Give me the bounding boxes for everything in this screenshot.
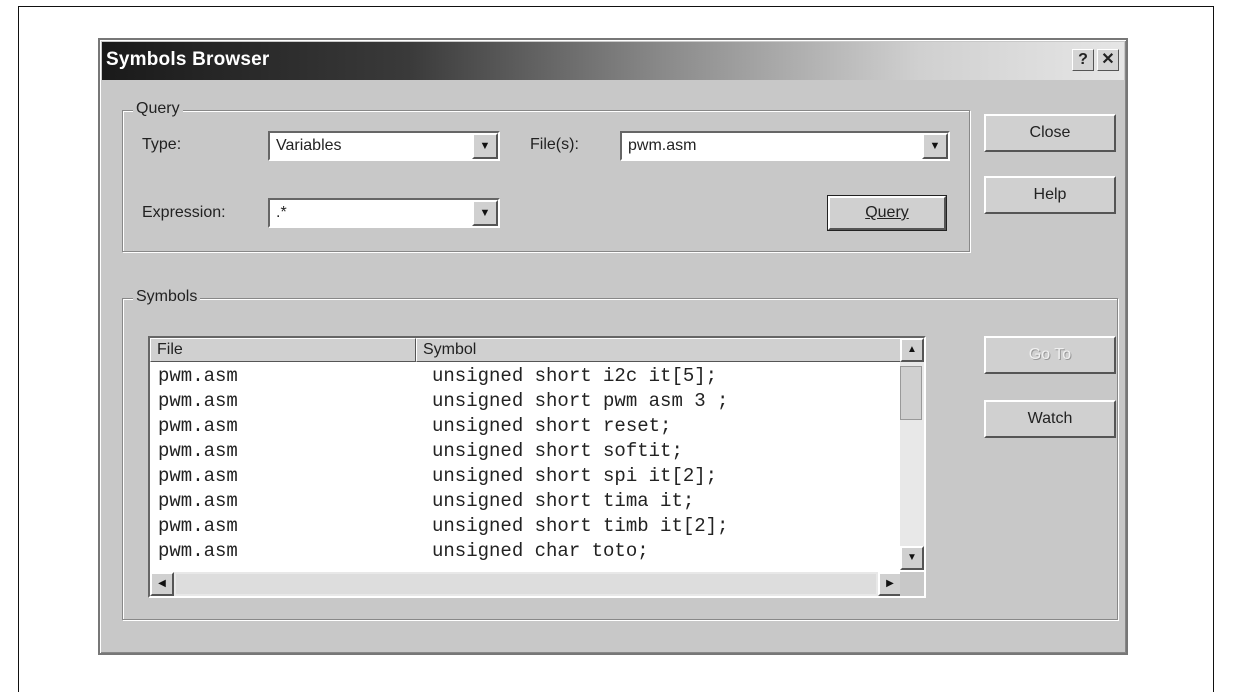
chevron-down-icon[interactable]: ▼ [472, 133, 498, 159]
row-file: pwm.asm [158, 465, 238, 487]
expression-value: .* [276, 204, 287, 221]
horizontal-scrollbar[interactable]: ◀ ▶ [150, 572, 902, 596]
scroll-left-icon[interactable]: ◀ [150, 572, 174, 596]
row-file: pwm.asm [158, 490, 238, 512]
table-row[interactable]: pwm.asm unsigned short softit; [150, 439, 920, 463]
table-row[interactable]: pwm.asm unsigned short tima it; [150, 489, 920, 513]
table-row[interactable]: pwm.asm unsigned char toto; [150, 539, 920, 563]
table-row[interactable]: pwm.asm unsigned short timb it[2]; [150, 514, 920, 538]
column-header-symbol[interactable]: Symbol [416, 338, 902, 362]
table-row[interactable]: pwm.asm unsigned short i2c it[5]; [150, 364, 920, 388]
close-button-label: Close [1029, 124, 1071, 141]
help-button[interactable]: Help [984, 176, 1116, 214]
vertical-scrollbar[interactable]: ▲ ▼ [900, 338, 924, 570]
help-button-label: Help [1033, 186, 1067, 203]
table-row[interactable]: pwm.asm unsigned short pwm asm 3 ; [150, 389, 920, 413]
row-symbol: unsigned short timb it[2]; [432, 515, 729, 537]
column-header-file[interactable]: File [150, 338, 416, 362]
row-symbol: unsigned short pwm asm 3 ; [432, 390, 729, 412]
type-label: Type: [142, 136, 182, 153]
scroll-corner [900, 572, 924, 596]
scroll-down-icon[interactable]: ▼ [900, 546, 924, 570]
symbols-group-label: Symbols [133, 288, 201, 306]
column-header-file-label: File [157, 341, 183, 358]
scroll-up-icon[interactable]: ▲ [900, 338, 924, 362]
row-file: pwm.asm [158, 540, 238, 562]
row-file: pwm.asm [158, 415, 238, 437]
table-row[interactable]: pwm.asm unsigned short reset; [150, 414, 920, 438]
row-symbol: unsigned short reset; [432, 415, 672, 437]
query-button[interactable]: Query [827, 195, 947, 231]
column-header-symbol-label: Symbol [423, 341, 477, 358]
row-symbol: unsigned char toto; [432, 540, 649, 562]
files-combobox[interactable]: pwm.asm ▼ [620, 131, 950, 161]
files-value: pwm.asm [628, 137, 697, 154]
close-title-button[interactable]: ✕ [1097, 49, 1119, 71]
type-combobox[interactable]: Variables ▼ [268, 131, 500, 161]
type-value: Variables [276, 137, 342, 154]
horizontal-scroll-track[interactable] [176, 574, 876, 594]
row-symbol: unsigned short i2c it[5]; [432, 365, 718, 387]
row-symbol: unsigned short spi it[2]; [432, 465, 718, 487]
query-button-label: Query [865, 204, 909, 221]
files-label: File(s): [530, 136, 579, 153]
window-title: Symbols Browser [106, 49, 270, 70]
title-bar: Symbols Browser ? ✕ [102, 42, 1124, 80]
chevron-down-icon[interactable]: ▼ [472, 200, 498, 226]
table-row[interactable]: pwm.asm unsigned short spi it[2]; [150, 464, 920, 488]
close-button[interactable]: Close [984, 114, 1116, 152]
row-symbol: unsigned short softit; [432, 440, 683, 462]
row-file: pwm.asm [158, 515, 238, 537]
row-file: pwm.asm [158, 440, 238, 462]
chevron-down-icon[interactable]: ▼ [922, 133, 948, 159]
symbols-list[interactable]: File Symbol pwm.asm unsigned short i2c i… [148, 336, 926, 598]
vertical-scroll-thumb[interactable] [900, 366, 922, 420]
expression-combobox[interactable]: .* ▼ [268, 198, 500, 228]
symbols-browser-dialog: Symbols Browser ? ✕ Query Type: Variable… [98, 38, 1128, 655]
scroll-right-icon[interactable]: ▶ [878, 572, 902, 596]
expression-label: Expression: [142, 204, 226, 221]
query-group-label: Query [133, 100, 183, 118]
row-file: pwm.asm [158, 390, 238, 412]
help-title-button[interactable]: ? [1072, 49, 1094, 71]
row-symbol: unsigned short tima it; [432, 490, 695, 512]
row-file: pwm.asm [158, 365, 238, 387]
